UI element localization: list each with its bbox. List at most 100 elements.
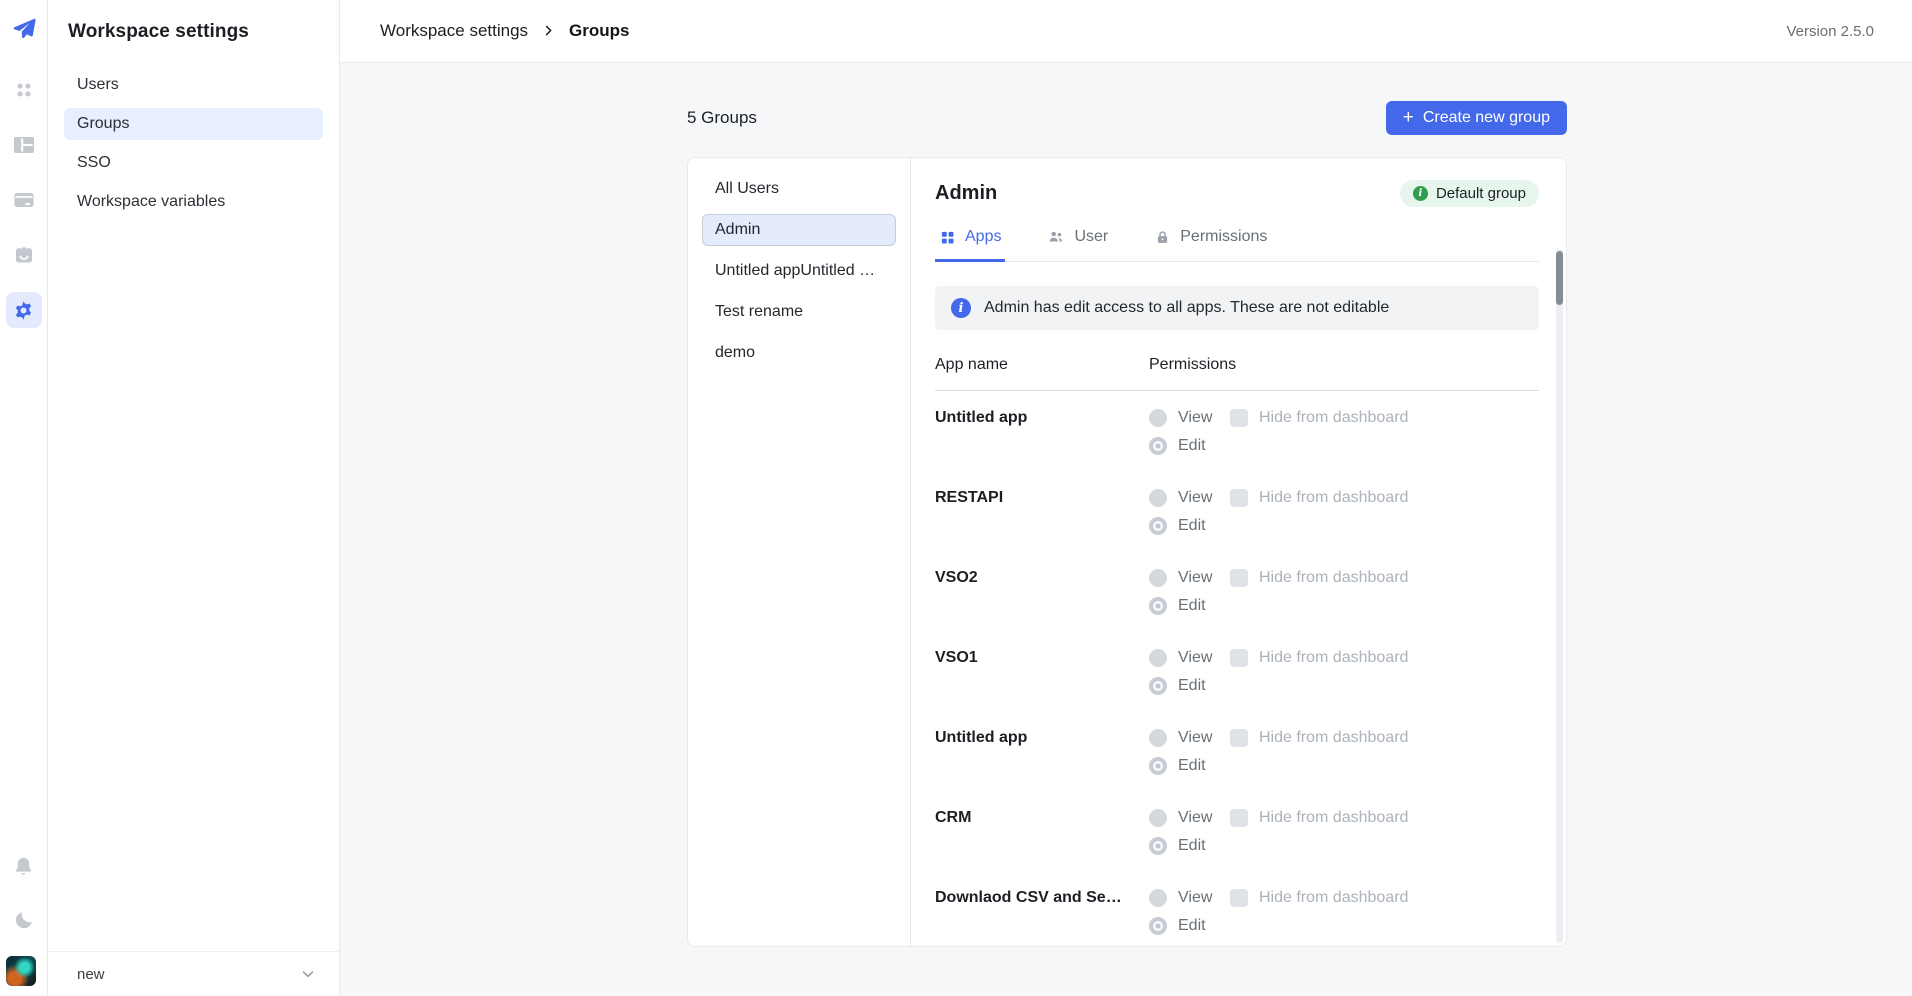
edit-radio-label: Edit: [1178, 677, 1206, 695]
hide-from-dashboard-label: Hide from dashboard: [1259, 649, 1408, 667]
settings-gear-icon[interactable]: [6, 292, 42, 328]
edit-radio[interactable]: [1149, 437, 1167, 455]
table-row: CRM View Hide from dashboard Edit: [935, 791, 1539, 871]
top-header: Workspace settings Groups Version 2.5.0: [340, 0, 1912, 63]
view-radio-label: View: [1178, 729, 1230, 747]
permissions-cell: View Hide from dashboard Edit: [1140, 729, 1539, 791]
database-icon[interactable]: [6, 182, 42, 218]
hide-from-dashboard-label: Hide from dashboard: [1259, 889, 1408, 907]
chevron-down-icon: [299, 965, 317, 983]
hide-from-dashboard-checkbox[interactable]: [1230, 729, 1248, 747]
hide-from-dashboard-checkbox[interactable]: [1230, 889, 1248, 907]
edit-radio[interactable]: [1149, 917, 1167, 935]
edit-radio[interactable]: [1149, 837, 1167, 855]
group-list-item-untitled-appuntitled-appuntitle[interactable]: Untitled appUntitled appUntitle...: [702, 255, 896, 287]
group-title: Admin: [935, 182, 997, 205]
breadcrumb-parent[interactable]: Workspace settings: [380, 21, 528, 41]
view-radio[interactable]: [1149, 489, 1167, 507]
app-name-cell: Untitled app: [935, 729, 1140, 791]
hide-from-dashboard-checkbox[interactable]: [1230, 409, 1248, 427]
table-row: RESTAPIViewHide from dashboardEdit: [935, 471, 1539, 551]
edit-radio[interactable]: [1149, 517, 1167, 535]
table-row: VSO2ViewHide from dashboardEdit: [935, 551, 1539, 631]
permissions-cell: ViewHide from dashboardEdit: [1140, 489, 1539, 551]
apps-grid-icon[interactable]: [6, 72, 42, 108]
permissions-cell: View Hide from dashboard Edit: [1140, 809, 1539, 871]
detail-tabs: Apps User Permissions: [935, 228, 1539, 262]
view-radio-label: View: [1178, 889, 1230, 907]
view-radio[interactable]: [1149, 409, 1167, 427]
tab-user[interactable]: User: [1043, 228, 1112, 262]
hide-from-dashboard-label: Hide from dashboard: [1259, 729, 1408, 747]
permissions-cell: ViewHide from dashboardEdit: [1140, 889, 1539, 947]
version-label: Version 2.5.0: [1786, 23, 1874, 40]
permissions-cell: View Hide from dashboard Edit: [1140, 409, 1539, 471]
info-icon: i: [1413, 186, 1428, 201]
column-header-app-name: App name: [935, 356, 1140, 374]
tab-apps[interactable]: Apps: [935, 228, 1005, 262]
group-list-item-demo[interactable]: demo: [702, 337, 896, 369]
view-radio[interactable]: [1149, 729, 1167, 747]
scrollbar-thumb[interactable]: [1556, 251, 1563, 305]
sidebar-item-groups[interactable]: Groups: [64, 108, 323, 140]
tab-permissions[interactable]: Permissions: [1150, 228, 1271, 262]
users-icon: [1047, 228, 1065, 246]
group-detail-panel: Admin i Default group Apps: [911, 158, 1566, 946]
hide-from-dashboard-checkbox[interactable]: [1230, 569, 1248, 587]
edit-radio-label: Edit: [1178, 837, 1206, 855]
rail-bottom: [6, 848, 42, 986]
app-name-cell: Untitled app: [935, 409, 1140, 471]
app-logo-rocket-icon[interactable]: [11, 16, 37, 42]
hide-from-dashboard-checkbox[interactable]: [1230, 489, 1248, 507]
permissions-cell: ViewHide from dashboardEdit: [1140, 569, 1539, 631]
group-list: All Users Admin Untitled appUntitled appUn…: [688, 158, 911, 946]
app-permissions-table: App name Permissions Untitled appViewHid…: [935, 356, 1539, 947]
view-radio-label: View: [1178, 649, 1230, 667]
permissions-cell: View Hide from dashboard Edit: [1140, 649, 1539, 711]
hide-from-dashboard-checkbox[interactable]: [1230, 649, 1248, 667]
hide-from-dashboard-label: Hide from dashboard: [1259, 489, 1408, 507]
create-new-group-button[interactable]: + Create new group: [1386, 101, 1567, 135]
apps-grid-icon: [939, 229, 956, 246]
app-name-cell: RESTAPI: [935, 489, 1140, 551]
breadcrumb-current: Groups: [569, 21, 629, 41]
notifications-bell-icon[interactable]: [6, 848, 42, 884]
app-name-cell: CRM: [935, 809, 1140, 871]
hide-from-dashboard-label: Hide from dashboard: [1259, 809, 1408, 827]
view-radio[interactable]: [1149, 809, 1167, 827]
group-list-item-all-users[interactable]: All Users: [702, 173, 896, 205]
dashboard-layout-icon[interactable]: [6, 127, 42, 163]
view-radio[interactable]: [1149, 649, 1167, 667]
user-avatar[interactable]: [6, 956, 36, 986]
view-radio[interactable]: [1149, 569, 1167, 587]
sidebar-item-sso[interactable]: SSO: [64, 147, 323, 179]
group-list-item-test-rename[interactable]: Test rename: [702, 296, 896, 328]
edit-radio-label: Edit: [1178, 517, 1206, 535]
edit-radio[interactable]: [1149, 677, 1167, 695]
edit-radio[interactable]: [1149, 757, 1167, 775]
default-group-badge: i Default group: [1400, 180, 1539, 207]
app-rail: [0, 0, 48, 996]
sidebar-item-users[interactable]: Users: [64, 69, 323, 101]
table-row: Downlaod CSV and Send attac... View Hide f…: [935, 871, 1539, 947]
edit-radio-label: Edit: [1178, 757, 1206, 775]
edit-radio[interactable]: [1149, 597, 1167, 615]
dark-mode-moon-icon[interactable]: [6, 902, 42, 938]
edit-radio-label: Edit: [1178, 437, 1206, 455]
hide-from-dashboard-label: Hide from dashboard: [1259, 569, 1408, 587]
workspace-switcher[interactable]: new: [48, 951, 339, 996]
view-radio-label: View: [1178, 569, 1230, 587]
groups-count-label: 5 Groups: [687, 108, 757, 128]
view-radio-label: View: [1178, 809, 1230, 827]
settings-sidebar: Workspace settings UsersGroupsSSOWorkspa…: [48, 0, 340, 996]
sidebar-item-workspace-variables[interactable]: Workspace variables: [64, 186, 323, 218]
view-radio[interactable]: [1149, 889, 1167, 907]
scrollbar-track[interactable]: [1556, 249, 1563, 943]
app-name-cell: Downlaod CSV and Send attac...: [935, 889, 1140, 947]
marketplace-icon[interactable]: [6, 237, 42, 273]
view-radio-label: View: [1178, 409, 1230, 427]
table-row: VSO1ViewHide from dashboardEdit: [935, 631, 1539, 711]
hide-from-dashboard-checkbox[interactable]: [1230, 809, 1248, 827]
group-list-item-admin[interactable]: Admin: [702, 214, 896, 246]
hide-from-dashboard-label: Hide from dashboard: [1259, 409, 1408, 427]
